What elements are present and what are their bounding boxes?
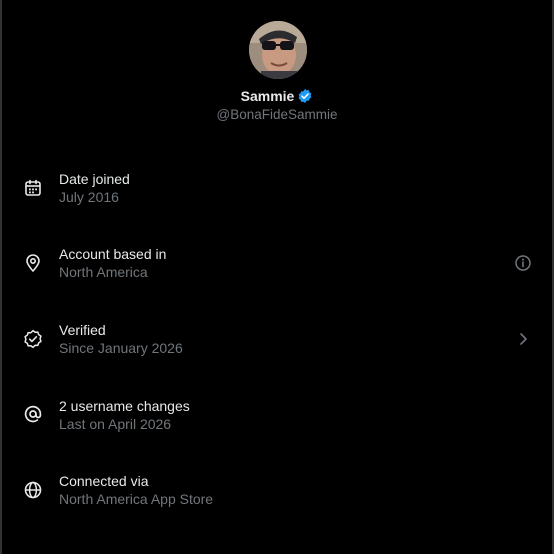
about-row-account-based-in: Account based in North America bbox=[2, 236, 552, 290]
location-pin-icon bbox=[23, 253, 43, 273]
avatar[interactable] bbox=[249, 21, 307, 79]
verified-badge-icon bbox=[297, 88, 313, 104]
at-sign-icon bbox=[23, 404, 43, 424]
info-icon[interactable] bbox=[514, 254, 532, 272]
about-row-title: Account based in bbox=[59, 246, 167, 262]
calendar-icon bbox=[23, 178, 43, 198]
profile-name-row: Sammie bbox=[0, 86, 554, 106]
about-row-username-changes: 2 username changes Last on April 2026 bbox=[2, 387, 552, 441]
about-row-subtitle: Since January 2026 bbox=[59, 340, 183, 356]
profile-handle: @BonaFideSammie bbox=[216, 107, 338, 122]
about-row-subtitle: North America bbox=[59, 264, 148, 280]
about-row-subtitle: North America App Store bbox=[59, 491, 214, 507]
about-row-title: Date joined bbox=[59, 171, 130, 187]
about-row-verified[interactable]: Verified Since January 2026 bbox=[2, 312, 552, 366]
verified-check-icon bbox=[23, 329, 43, 349]
about-row-subtitle: July 2016 bbox=[59, 189, 119, 205]
chevron-right-icon bbox=[514, 330, 532, 348]
about-row-date-joined: Date joined July 2016 bbox=[2, 161, 552, 215]
about-row-title: Connected via bbox=[59, 473, 149, 489]
display-name: Sammie bbox=[240, 88, 295, 104]
globe-icon bbox=[23, 480, 43, 500]
about-row-title: Verified bbox=[59, 322, 106, 338]
about-row-subtitle: Last on April 2026 bbox=[59, 416, 172, 432]
about-row-connected-via: Connected via North America App Store bbox=[2, 463, 552, 517]
about-row-title: 2 username changes bbox=[59, 398, 190, 414]
